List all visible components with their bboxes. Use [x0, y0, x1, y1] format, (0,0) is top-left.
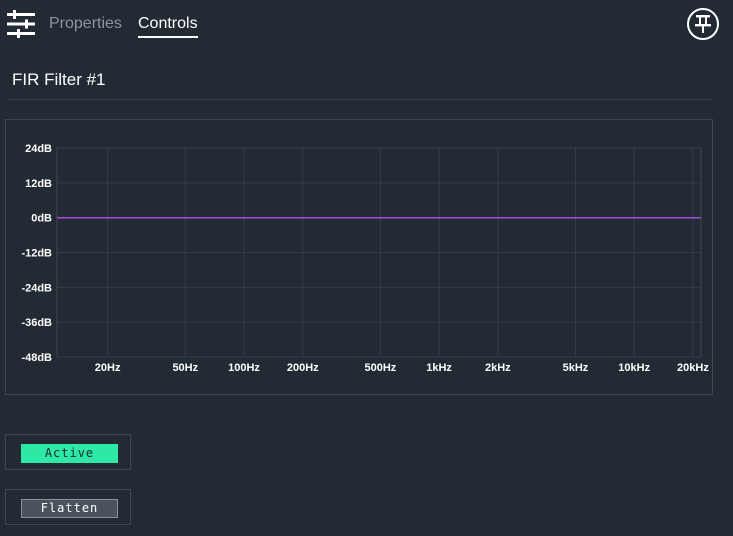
top-bar: Properties Controls: [0, 0, 733, 48]
x-tick-label: 20Hz: [95, 362, 121, 374]
active-control: Active: [5, 434, 131, 470]
title-divider: [8, 99, 712, 100]
y-tick-label: -36dB: [21, 317, 52, 329]
tab-controls-label: Controls: [138, 15, 198, 32]
y-tick-label: -24dB: [21, 282, 52, 294]
tab-properties[interactable]: Properties: [49, 14, 122, 34]
x-tick-label: 5kHz: [563, 362, 589, 374]
sliders-icon[interactable]: [5, 8, 37, 40]
panel-title: FIR Filter #1: [12, 70, 106, 89]
x-tick-label: 200Hz: [287, 362, 319, 374]
x-tick-label: 1kHz: [426, 362, 452, 374]
y-tick-label: 12dB: [25, 178, 52, 190]
y-tick-label: 0dB: [31, 213, 52, 225]
tab-properties-label: Properties: [49, 15, 122, 32]
y-tick-label: -48dB: [21, 352, 52, 364]
x-tick-label: 100Hz: [228, 362, 260, 374]
frequency-response-graph[interactable]: 24dB 12dB 0dB -12dB -24dB -36dB -48dB 20Hz 50Hz 1…: [6, 120, 712, 394]
x-tick-label: 2kHz: [485, 362, 511, 374]
x-tick-label: 20kHz: [677, 362, 709, 374]
tab-controls[interactable]: Controls: [138, 14, 198, 38]
frequency-response-panel: 24dB 12dB 0dB -12dB -24dB -36dB -48dB 20Hz 50Hz 1…: [5, 119, 713, 395]
y-tick-label: 24dB: [25, 143, 52, 155]
pin-button[interactable]: [687, 8, 719, 40]
flatten-button[interactable]: Flatten: [21, 499, 118, 518]
y-tick-label: -12dB: [21, 248, 52, 260]
x-tick-label: 50Hz: [172, 362, 198, 374]
flatten-control: Flatten: [5, 489, 131, 525]
x-tick-label: 500Hz: [364, 362, 396, 374]
x-tick-label: 10kHz: [618, 362, 650, 374]
pin-icon: [695, 15, 711, 33]
active-tab-indicator: [138, 36, 198, 38]
active-toggle-button[interactable]: Active: [21, 444, 118, 463]
